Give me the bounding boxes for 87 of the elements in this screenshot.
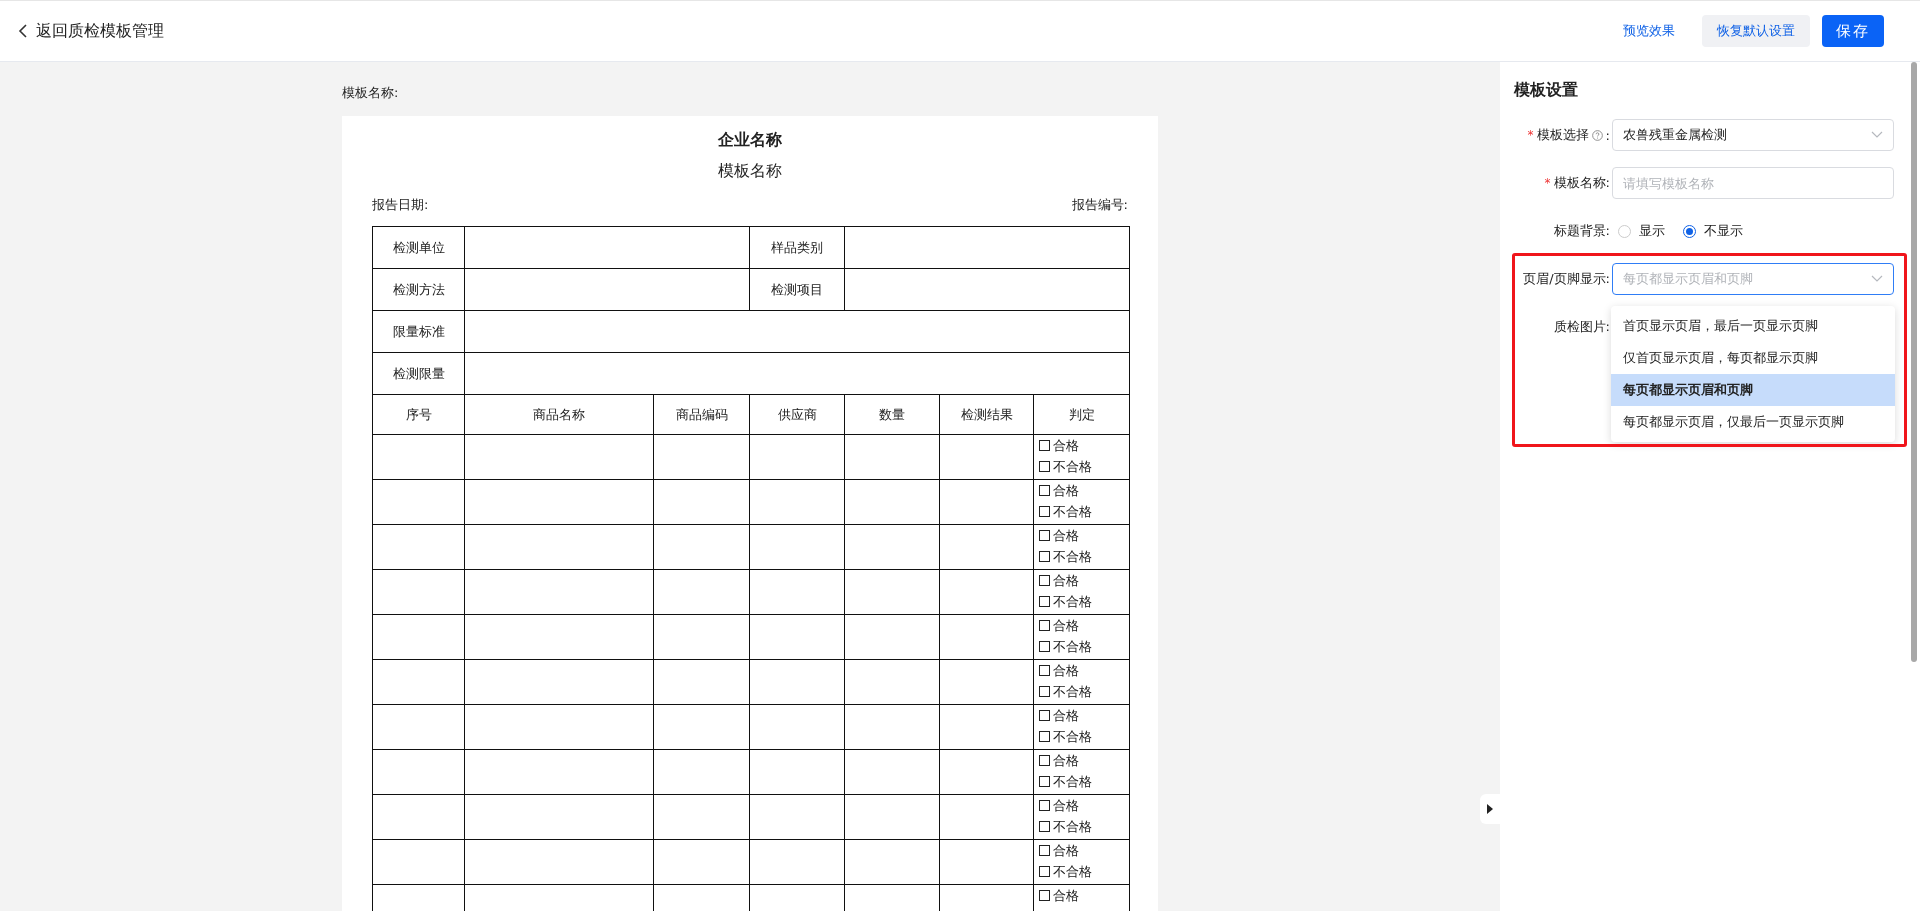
- checkbox[interactable]: [1039, 485, 1051, 496]
- checkbox[interactable]: [1039, 731, 1051, 742]
- table-cell: 样品类别: [749, 226, 845, 269]
- table-cell: 检测方法: [372, 268, 465, 311]
- report-number-label: 报告编号:: [1071, 196, 1128, 214]
- column-header: 供应商: [749, 394, 845, 435]
- checkbox[interactable]: [1039, 686, 1051, 697]
- reset-button[interactable]: 恢复默认设置: [1702, 15, 1810, 47]
- dropdown-option[interactable]: 每页都显示页眉，仅最后一页显示页脚: [1611, 406, 1895, 438]
- checkbox-label: 合格: [1053, 526, 1080, 545]
- back-link[interactable]: 返回质检模板管理: [18, 20, 164, 42]
- table-cell: 限量标准: [372, 310, 465, 353]
- checkbox[interactable]: [1039, 866, 1051, 877]
- required-mark: *: [1544, 176, 1551, 190]
- checkbox[interactable]: [1039, 530, 1051, 541]
- template-select[interactable]: 农兽残重金属检测: [1612, 119, 1894, 151]
- checkbox[interactable]: [1039, 845, 1051, 856]
- report-date-label: 报告日期:: [372, 196, 429, 214]
- checkbox-label: 合格: [1053, 706, 1080, 725]
- template-name-label: 模板名称:: [342, 84, 400, 102]
- preview-link[interactable]: 预览效果: [1608, 15, 1690, 47]
- checkbox-label: 不合格: [1053, 862, 1093, 881]
- panel-title: 模板设置: [1514, 80, 1579, 101]
- table-cell: 检测限量: [372, 352, 465, 395]
- dropdown-option[interactable]: 仅首页显示页眉，每页都显示页脚: [1611, 342, 1895, 374]
- column-header: 数量: [844, 394, 940, 435]
- dropdown-option[interactable]: 每页都显示页眉和页脚: [1611, 374, 1895, 406]
- template-title: 模板名称: [717, 161, 783, 182]
- checkbox-label: 合格: [1053, 886, 1080, 905]
- radio-label: 不显示: [1704, 222, 1743, 240]
- back-icon: [18, 23, 28, 39]
- table-cell: 检测单位: [372, 226, 465, 269]
- checkbox-label: 不合格: [1053, 592, 1093, 611]
- checkbox-label: 合格: [1053, 616, 1080, 635]
- column-header: 商品编码: [653, 394, 750, 435]
- field-label: 质检图片:: [1553, 318, 1610, 336]
- chevron-down-icon: [1871, 275, 1883, 283]
- radio-label: 显示: [1639, 222, 1665, 240]
- checkbox-label: 合格: [1053, 841, 1080, 860]
- checkbox[interactable]: [1039, 440, 1051, 451]
- checkbox-label: 不合格: [1053, 817, 1093, 836]
- checkbox[interactable]: [1039, 821, 1051, 832]
- field-label: 标题背景:: [1553, 222, 1610, 240]
- checkbox-label: 不合格: [1053, 502, 1093, 521]
- field-label: 页眉/页脚显示:: [1523, 270, 1610, 288]
- checkbox-label: 合格: [1053, 751, 1080, 770]
- triangle-right-icon: [1487, 804, 1493, 814]
- checkbox[interactable]: [1039, 755, 1051, 766]
- column-header: 序号: [372, 394, 465, 435]
- checkbox-label: 合格: [1053, 571, 1080, 590]
- checkbox[interactable]: [1039, 665, 1051, 676]
- checkbox-label: 合格: [1053, 481, 1080, 500]
- column-header: 检测结果: [939, 394, 1034, 435]
- collapse-handle[interactable]: [1480, 794, 1500, 824]
- checkbox[interactable]: [1039, 620, 1051, 631]
- checkbox[interactable]: [1039, 890, 1051, 901]
- checkbox-label: 合格: [1053, 796, 1080, 815]
- checkbox[interactable]: [1039, 641, 1051, 652]
- checkbox-label: 不合格: [1053, 547, 1093, 566]
- checkbox[interactable]: [1039, 596, 1051, 607]
- checkbox-label: 不合格: [1053, 637, 1093, 656]
- checkbox[interactable]: [1039, 551, 1051, 562]
- column-header: 判定: [1033, 394, 1130, 435]
- scrollbar-thumb[interactable]: [1911, 62, 1917, 662]
- field-label: 模板选择: [1536, 126, 1589, 144]
- checkbox-label: 不合格: [1053, 682, 1093, 701]
- checkbox-label: 不合格: [1053, 772, 1093, 791]
- colon: :: [1605, 127, 1610, 143]
- required-mark: *: [1527, 128, 1534, 142]
- dropdown-option[interactable]: 首页显示页眉，最后一页显示页脚: [1611, 310, 1895, 342]
- checkbox-label: 合格: [1053, 436, 1080, 455]
- company-name: 企业名称: [717, 130, 783, 151]
- checkbox-label: 合格: [1053, 661, 1080, 680]
- checkbox[interactable]: [1039, 776, 1051, 787]
- checkbox-label: 不合格: [1053, 727, 1093, 746]
- table-cell: 检测项目: [749, 268, 845, 311]
- checkbox[interactable]: [1039, 710, 1051, 721]
- column-header: 商品名称: [465, 394, 654, 435]
- checkbox[interactable]: [1039, 800, 1051, 811]
- checkbox-label: 不合格: [1053, 457, 1093, 476]
- template-name-input[interactable]: 请填写模板名称: [1612, 167, 1894, 199]
- field-label: 模板名称:: [1553, 174, 1610, 192]
- checkbox[interactable]: [1039, 506, 1051, 517]
- checkbox[interactable]: [1039, 461, 1051, 472]
- checkbox[interactable]: [1039, 575, 1051, 586]
- chevron-down-icon: [1871, 131, 1883, 139]
- save-button[interactable]: 保存: [1822, 15, 1884, 47]
